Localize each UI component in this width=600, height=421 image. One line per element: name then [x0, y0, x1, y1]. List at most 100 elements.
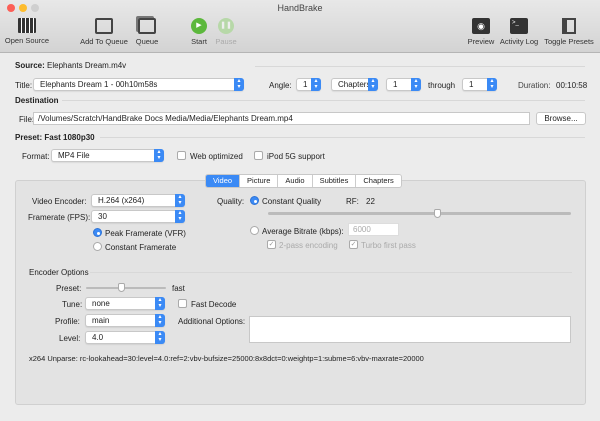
rf-value: 22	[366, 197, 375, 206]
updown-icon: ▴ ▾	[175, 194, 185, 207]
chapter-start-select[interactable]: 1 ▴ ▾	[386, 78, 421, 91]
average-bitrate-label: Average Bitrate (kbps):	[262, 227, 344, 236]
x264-unparse-text: x264 Unparse: rc-lookahead=30:level=4.0:…	[29, 354, 424, 363]
constant-quality-label: Constant Quality	[262, 197, 322, 206]
average-bitrate-radio[interactable]	[250, 226, 259, 235]
fast-decode-checkbox[interactable]	[178, 299, 187, 308]
tune-select[interactable]: none ▴ ▾	[85, 297, 165, 310]
browse-button[interactable]: Browse...	[536, 112, 586, 125]
encoder-preset-label: Preset:	[56, 284, 82, 293]
peak-framerate-label: Peak Framerate (VFR)	[105, 229, 186, 238]
tab-chapters[interactable]: Chapters	[356, 175, 401, 187]
two-pass-label: 2-pass encoding	[279, 241, 338, 250]
angle-select[interactable]: 1 ▴ ▾	[296, 78, 321, 91]
framerate-label: Framerate (FPS):	[28, 213, 91, 222]
preset-value: Fast 1080p30	[44, 133, 95, 142]
toggle-presets-label: Toggle Presets	[544, 37, 594, 46]
file-label: File:	[19, 115, 35, 124]
video-encoder-select[interactable]: H.264 (x264) ▴ ▾	[91, 194, 185, 207]
video-encoder-label: Video Encoder:	[32, 197, 87, 206]
divider	[62, 100, 585, 101]
toggle-presets-button[interactable]: Toggle Presets	[541, 18, 597, 46]
updown-icon: ▴ ▾	[411, 78, 421, 91]
divider	[255, 66, 585, 67]
updown-icon: ▴ ▾	[234, 78, 244, 91]
updown-icon: ▴ ▾	[311, 78, 321, 91]
pause-button[interactable]: ❚❚ Pause	[212, 18, 240, 46]
updown-icon: ▴ ▾	[487, 78, 497, 91]
tune-label: Tune:	[62, 300, 83, 309]
title-label: Title:	[15, 81, 33, 90]
sidebar-icon	[562, 18, 576, 34]
window-title: HandBrake	[277, 3, 323, 13]
encoder-preset-value: fast	[172, 284, 185, 293]
web-optimized-checkbox[interactable]	[177, 151, 186, 160]
chapter-end-select[interactable]: 1 ▴ ▾	[462, 78, 497, 91]
queue-label: Queue	[135, 37, 159, 46]
divider	[90, 272, 572, 273]
add-to-queue-label: Add To Queue	[80, 37, 128, 46]
tab-subtitles[interactable]: Subtitles	[312, 175, 357, 187]
open-source-button[interactable]: Open Source	[3, 18, 51, 45]
source-value: Elephants Dream.m4v	[47, 61, 127, 70]
additional-options-input[interactable]	[249, 316, 571, 343]
peak-framerate-radio[interactable]	[93, 228, 102, 237]
preview-eye-icon: ◉	[472, 18, 490, 34]
turbo-first-pass-label: Turbo first pass	[361, 241, 416, 250]
format-label: Format:	[22, 152, 50, 161]
clapperboard-icon	[18, 18, 36, 33]
two-pass-checkbox[interactable]: ✓	[267, 240, 276, 249]
range-type-select[interactable]: Chapters ▴ ▾	[331, 78, 378, 91]
quality-label: Quality:	[217, 197, 245, 206]
tab-video[interactable]: Video	[206, 175, 241, 187]
play-icon: ▶	[191, 18, 207, 34]
rf-label: RF:	[346, 197, 359, 206]
preset-label: Preset:	[15, 133, 43, 142]
duration-value: 00:10:58	[556, 81, 588, 90]
tab-bar: Video Picture Audio Subtitles Chapters	[205, 174, 402, 188]
constant-framerate-radio[interactable]	[93, 242, 102, 251]
encoder-preset-knob[interactable]	[117, 283, 125, 292]
source-label: Source:	[15, 61, 45, 70]
updown-icon: ▴ ▾	[154, 149, 164, 162]
start-button[interactable]: ▶ Start	[186, 18, 212, 46]
profile-label: Profile:	[55, 317, 80, 326]
start-label: Start	[191, 37, 207, 46]
rf-slider[interactable]	[268, 212, 571, 215]
preview-button[interactable]: ◉ Preview	[464, 18, 498, 46]
ipod-support-label: iPod 5G support	[267, 152, 325, 161]
queue-icon	[138, 18, 156, 34]
turbo-first-pass-checkbox[interactable]: ✓	[349, 240, 358, 249]
queue-button[interactable]: Queue	[132, 18, 162, 46]
activity-log-button[interactable]: >_ Activity Log	[498, 18, 540, 46]
preview-label: Preview	[467, 37, 495, 46]
updown-icon: ▴ ▾	[155, 331, 165, 344]
encoder-options-heading: Encoder Options	[29, 268, 89, 277]
ipod-support-checkbox[interactable]	[254, 151, 263, 160]
destination-heading: Destination	[15, 96, 59, 105]
title-select[interactable]: Elephants Dream 1 - 00h10m58s ▴ ▾	[33, 78, 244, 91]
add-to-queue-button[interactable]: Add To Queue	[78, 18, 130, 46]
tab-audio[interactable]: Audio	[278, 175, 313, 187]
divider	[100, 137, 585, 138]
add-queue-icon	[95, 18, 113, 34]
tab-picture[interactable]: Picture	[240, 175, 279, 187]
bitrate-input[interactable]: 6000	[348, 223, 399, 236]
profile-select[interactable]: main ▴ ▾	[85, 314, 165, 327]
rf-slider-knob[interactable]	[434, 209, 442, 218]
updown-icon: ▴ ▾	[175, 210, 185, 223]
encoder-preset-slider[interactable]	[86, 287, 166, 289]
level-select[interactable]: 4.0 ▴ ▾	[85, 331, 165, 344]
open-source-label: Open Source	[4, 36, 50, 45]
pause-icon: ❚❚	[218, 18, 234, 34]
framerate-select[interactable]: 30 ▴ ▾	[91, 210, 185, 223]
title-toolbar: HandBrake Open Source Add To Queue Queue…	[0, 0, 600, 53]
updown-icon: ▴ ▾	[155, 314, 165, 327]
activity-log-label: Activity Log	[499, 37, 539, 46]
updown-icon: ▴ ▾	[155, 297, 165, 310]
format-select[interactable]: MP4 File ▴ ▾	[51, 149, 164, 162]
file-path-input[interactable]: /Volumes/Scratch/HandBrake Docs Media/Me…	[33, 112, 530, 125]
updown-icon: ▴ ▾	[368, 78, 378, 91]
terminal-icon: >_	[510, 18, 528, 34]
constant-quality-radio[interactable]	[250, 196, 259, 205]
